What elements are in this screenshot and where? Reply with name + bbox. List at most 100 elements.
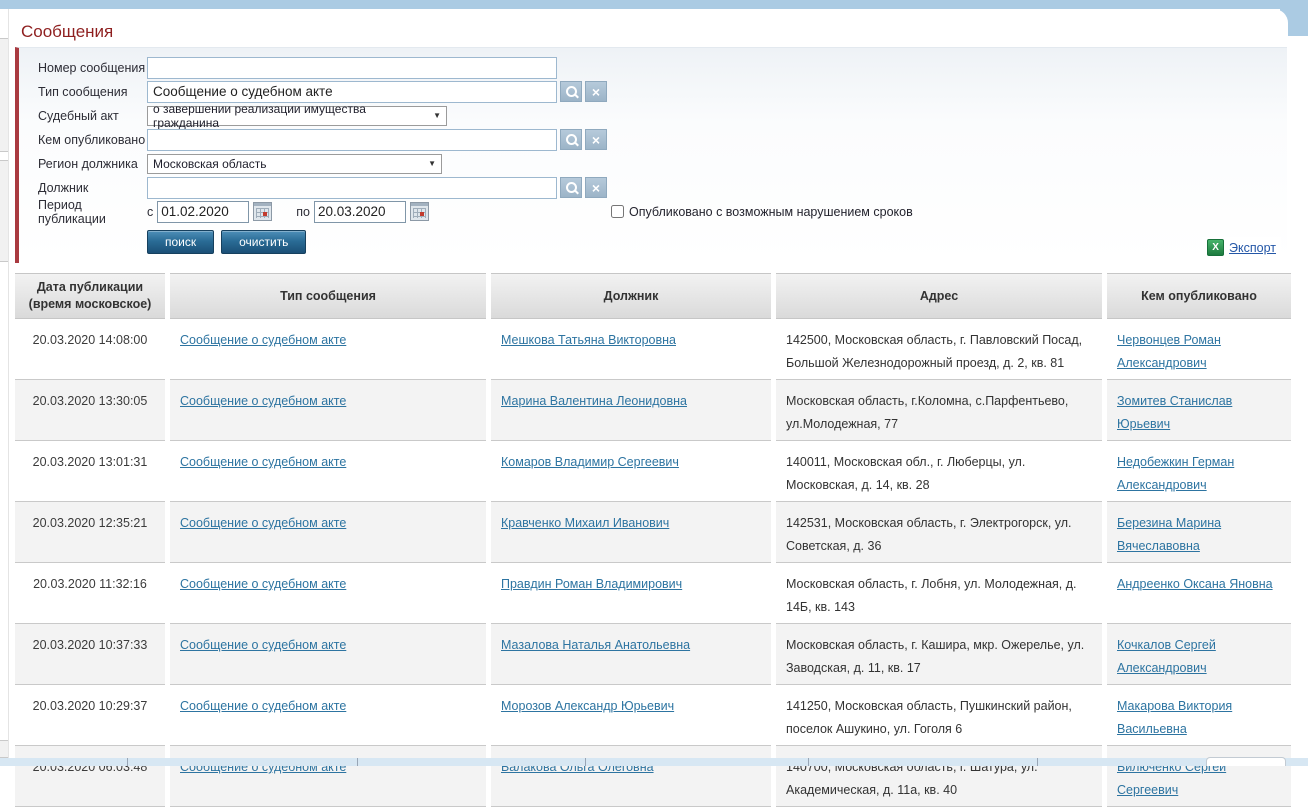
form-row-message-type: Тип сообщения × (38, 80, 1287, 103)
column-header-type: Тип сообщения (170, 273, 486, 319)
form-row-debtor: Должник × (38, 176, 1287, 199)
search-form: Номер сообщения Тип сообщения × Судебный… (15, 47, 1287, 263)
export-link[interactable]: Экспорт (1229, 241, 1276, 255)
debtor-input[interactable] (147, 177, 557, 199)
strip-divider (808, 758, 809, 766)
period-from-calendar-button[interactable] (253, 202, 272, 221)
clear-x-icon: × (592, 85, 600, 99)
address-cell: Московская область, г. Кашира, мкр. Ожер… (776, 624, 1102, 685)
publication-date-cell: 20.03.2020 06:03:48 (15, 746, 165, 807)
chevron-down-icon: ▼ (433, 111, 441, 120)
publisher-link[interactable]: Недобежкин Герман Александрович (1117, 455, 1234, 492)
message-type-link[interactable]: Сообщение о судебном акте (180, 394, 346, 408)
debtor-link[interactable]: Комаров Владимир Сергеевич (501, 455, 679, 469)
strip-divider (585, 758, 586, 766)
message-type-lookup-button[interactable] (560, 81, 582, 102)
debtor-region-selected-value: Московская область (153, 157, 267, 171)
search-button[interactable]: поиск (147, 230, 214, 254)
message-type-link[interactable]: Сообщение о судебном акте (180, 455, 346, 469)
published-by-lookup-button[interactable] (560, 129, 582, 150)
message-type-link[interactable]: Сообщение о судебном акте (180, 577, 346, 591)
period-label: Период публикации (38, 198, 147, 226)
publisher-link[interactable]: Березина Марина Вячеславовна (1117, 516, 1221, 553)
results-table: Дата публикации (время московское) Тип с… (10, 273, 1296, 807)
debtor-clear-button[interactable]: × (585, 177, 607, 198)
message-type-link[interactable]: Сообщение о судебном акте (180, 699, 346, 713)
excel-icon: X (1207, 239, 1224, 256)
publisher-link[interactable]: Макарова Виктория Васильевна (1117, 699, 1232, 736)
debtor-link[interactable]: Мазалова Наталья Анатольевна (501, 638, 690, 652)
strip-divider (1037, 758, 1038, 766)
debtor-link[interactable]: Правдин Роман Владимирович (501, 577, 682, 591)
message-type-clear-button[interactable]: × (585, 81, 607, 102)
magnifier-icon (566, 86, 577, 97)
publication-date-cell: 20.03.2020 12:35:21 (15, 502, 165, 563)
table-row: 20.03.2020 13:01:31 Сообщение о судебном… (15, 441, 1291, 502)
address-cell: Московская область, г.Коломна, с.Парфент… (776, 380, 1102, 441)
magnifier-icon (566, 182, 577, 193)
table-row: 20.03.2020 10:37:33 Сообщение о судебном… (15, 624, 1291, 685)
table-row: 20.03.2020 11:32:16 Сообщение о судебном… (15, 563, 1291, 624)
judicial-act-selected-value: о завершении реализации имущества гражда… (153, 102, 433, 130)
column-header-date: Дата публикации (время московское) (15, 273, 165, 319)
form-buttons-row: поиск очистить (147, 230, 1287, 254)
period-from-input[interactable] (157, 201, 249, 223)
address-cell: 142500, Московская область, г. Павловски… (776, 319, 1102, 380)
export-block: X Экспорт (1202, 237, 1281, 258)
address-cell: 142531, Московская область, г. Электрого… (776, 502, 1102, 563)
publication-date-cell: 20.03.2020 10:37:33 (15, 624, 165, 685)
message-number-label: Номер сообщения (38, 61, 147, 75)
violation-checkbox-label: Опубликовано с возможным нарушением срок… (629, 205, 913, 219)
publication-date-cell: 20.03.2020 13:01:31 (15, 441, 165, 502)
clear-x-icon: × (592, 181, 600, 195)
form-row-debtor-region: Регион должника Московская область ▼ (38, 152, 1287, 175)
violation-checkbox[interactable] (611, 205, 624, 218)
table-header-row: Дата публикации (время московское) Тип с… (15, 273, 1291, 319)
debtor-link[interactable]: Кравченко Михаил Иванович (501, 516, 669, 530)
debtor-link[interactable]: Морозов Александр Юрьевич (501, 699, 674, 713)
table-row: 20.03.2020 14:08:00 Сообщение о судебном… (15, 319, 1291, 380)
column-header-publisher: Кем опубликовано (1107, 273, 1291, 319)
publication-date-cell: 20.03.2020 11:32:16 (15, 563, 165, 624)
content-panel: Сообщения Номер сообщения Тип сообщения … (8, 9, 1288, 766)
publisher-link[interactable]: Кочкалов Сергей Александрович (1117, 638, 1216, 675)
debtor-region-select[interactable]: Московская область ▼ (147, 154, 442, 174)
message-number-input[interactable] (147, 57, 557, 79)
period-from-label: с (147, 205, 153, 219)
publisher-link[interactable]: Зомитев Станислав Юрьевич (1117, 394, 1232, 431)
period-to-calendar-button[interactable] (410, 202, 429, 221)
form-row-message-number: Номер сообщения (38, 56, 1287, 79)
debtor-region-label: Регион должника (38, 157, 147, 171)
message-type-link[interactable]: Сообщение о судебном акте (180, 516, 346, 530)
address-cell: 140011, Московская обл., г. Люберцы, ул.… (776, 441, 1102, 502)
debtor-link[interactable]: Марина Валентина Леонидовна (501, 394, 687, 408)
column-header-address: Адрес (776, 273, 1102, 319)
publisher-link[interactable]: Червонцев Роман Александрович (1117, 333, 1221, 370)
publisher-link[interactable]: Андреенко Оксана Яновна (1117, 577, 1273, 591)
message-type-link[interactable]: Сообщение о судебном акте (180, 333, 346, 347)
judicial-act-select[interactable]: о завершении реализации имущества гражда… (147, 106, 447, 126)
message-type-link[interactable]: Сообщение о судебном акте (180, 638, 346, 652)
published-by-input[interactable] (147, 129, 557, 151)
message-type-input[interactable] (147, 81, 557, 103)
message-type-label: Тип сообщения (38, 85, 147, 99)
table-row: 20.03.2020 10:29:37 Сообщение о судебном… (15, 685, 1291, 746)
table-row: 20.03.2020 13:30:05 Сообщение о судебном… (15, 380, 1291, 441)
period-to-label: по (296, 205, 310, 219)
publication-date-cell: 20.03.2020 10:29:37 (15, 685, 165, 746)
table-row: 20.03.2020 12:35:21 Сообщение о судебном… (15, 502, 1291, 563)
strip-divider (127, 758, 128, 766)
judicial-act-label: Судебный акт (38, 109, 147, 123)
address-cell: Московская область, г. Лобня, ул. Молоде… (776, 563, 1102, 624)
debtor-link[interactable]: Мешкова Татьяна Викторовна (501, 333, 676, 347)
clear-button[interactable]: очистить (221, 230, 306, 254)
publication-date-cell: 20.03.2020 13:30:05 (15, 380, 165, 441)
form-row-judicial-act: Судебный акт о завершении реализации иму… (38, 104, 1287, 127)
table-row: 20.03.2020 06:03:48 Сообщение о судебном… (15, 746, 1291, 807)
strip-divider (357, 758, 358, 766)
magnifier-icon (566, 134, 577, 145)
period-to-input[interactable] (314, 201, 406, 223)
published-by-clear-button[interactable]: × (585, 129, 607, 150)
column-header-debtor: Должник (491, 273, 771, 319)
debtor-lookup-button[interactable] (560, 177, 582, 198)
